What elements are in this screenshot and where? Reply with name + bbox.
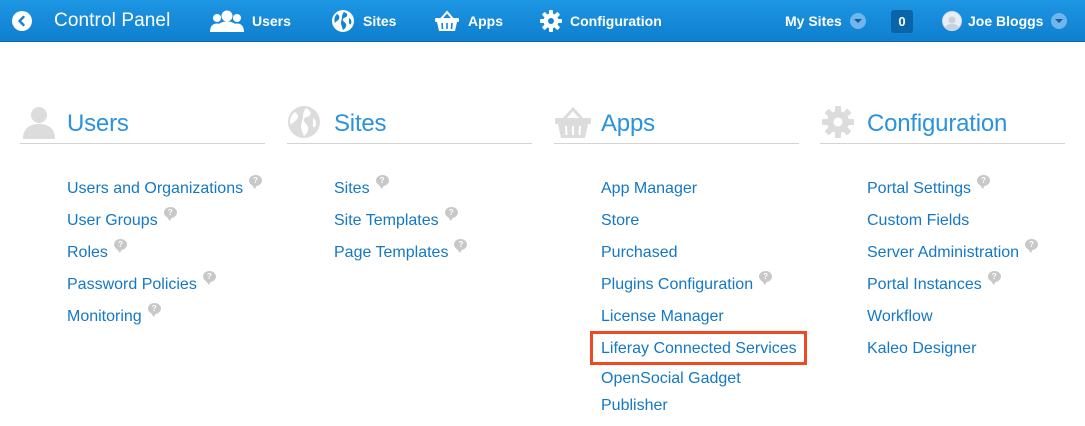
notification-count-badge[interactable]: 0	[891, 10, 913, 33]
gear-icon	[540, 10, 562, 32]
gear-icon	[822, 106, 854, 138]
link-label: Site Templates	[334, 212, 439, 229]
nav-sites-label: Sites	[363, 13, 397, 29]
globe-icon	[288, 106, 320, 138]
highlight-box	[590, 331, 807, 365]
top-navigation-bar: Control Panel Users Sites Apps Configura…	[0, 0, 1085, 42]
link-label: Portal Instances	[867, 276, 982, 293]
user-name: Joe Bloggs	[968, 13, 1044, 29]
my-sites-label: My Sites	[785, 13, 842, 29]
link-label: Monitoring	[67, 308, 142, 325]
nav-apps[interactable]: Apps	[434, 0, 503, 42]
users-links: Users and Organizations? User Groups? Ro…	[20, 173, 265, 333]
link-label: Portal Settings	[867, 180, 972, 197]
link-label: Purchased	[601, 244, 678, 261]
link-password-policies[interactable]: Password Policies?	[67, 269, 265, 301]
nav-apps-label: Apps	[468, 13, 503, 29]
nav-users[interactable]: Users	[210, 0, 291, 42]
link-label: License Manager	[601, 308, 724, 325]
link-sites[interactable]: Sites?	[334, 173, 532, 205]
configuration-links: Portal Settings? Custom Fields Server Ad…	[820, 173, 1065, 365]
link-user-groups[interactable]: User Groups?	[67, 205, 265, 237]
help-icon[interactable]: ?	[147, 303, 161, 317]
link-portal-settings[interactable]: Portal Settings?	[867, 173, 1065, 205]
help-icon[interactable]: ?	[375, 175, 389, 189]
link-workflow[interactable]: Workflow	[867, 301, 1065, 333]
help-icon[interactable]: ?	[977, 175, 991, 189]
chevron-down-icon	[1051, 13, 1068, 29]
link-app-manager[interactable]: App Manager	[601, 173, 799, 205]
link-roles[interactable]: Roles?	[67, 237, 265, 269]
link-custom-fields[interactable]: Custom Fields	[867, 205, 1065, 237]
link-license-manager[interactable]: License Manager	[601, 301, 799, 333]
users-icon	[210, 10, 244, 32]
link-label: OpenSocial Gadget Publisher	[601, 370, 741, 414]
help-icon[interactable]: ?	[759, 271, 773, 285]
link-server-administration[interactable]: Server Administration?	[867, 237, 1065, 269]
link-portal-instances[interactable]: Portal Instances?	[867, 269, 1065, 301]
link-label: Plugins Configuration	[601, 276, 754, 293]
link-monitoring[interactable]: Monitoring?	[67, 301, 265, 333]
link-plugins-configuration[interactable]: Plugins Configuration?	[601, 269, 799, 301]
help-icon[interactable]: ?	[163, 207, 177, 221]
link-label: Kaleo Designer	[867, 340, 977, 357]
link-page-templates[interactable]: Page Templates?	[334, 237, 532, 269]
back-arrow-icon[interactable]	[12, 11, 32, 31]
sites-links: Sites? Site Templates? Page Templates?	[287, 173, 532, 269]
help-icon[interactable]: ?	[454, 239, 468, 253]
sites-section-title: Sites	[334, 110, 387, 137]
nav-sites[interactable]: Sites	[331, 0, 396, 42]
apps-section-title: Apps	[601, 110, 655, 137]
link-store[interactable]: Store	[601, 205, 799, 237]
configuration-section: Configuration Portal Settings? Custom Fi…	[820, 100, 1065, 365]
apps-links: App Manager Store Purchased Plugins Conf…	[554, 173, 799, 419]
users-section: Users Users and Organizations? User Grou…	[20, 100, 265, 333]
link-label: App Manager	[601, 180, 698, 197]
configuration-section-title: Configuration	[867, 110, 1008, 137]
nav-configuration[interactable]: Configuration	[540, 0, 662, 42]
help-icon[interactable]: ?	[113, 239, 127, 253]
link-label: Workflow	[867, 308, 933, 325]
link-label: Roles	[67, 244, 108, 261]
sites-section: Sites Sites? Site Templates? Page Templa…	[287, 100, 532, 269]
link-label: Server Administration	[867, 244, 1020, 261]
my-sites-menu[interactable]: My Sites	[785, 0, 866, 42]
control-panel-title[interactable]: Control Panel	[54, 0, 170, 42]
configuration-section-header: Configuration	[820, 100, 1065, 144]
link-label: Store	[601, 212, 640, 229]
link-label: Custom Fields	[867, 212, 970, 229]
users-section-title: Users	[67, 110, 129, 137]
link-users-and-organizations[interactable]: Users and Organizations?	[67, 173, 265, 205]
link-label: Page Templates	[334, 244, 449, 261]
link-opensocial-gadget-publisher[interactable]: OpenSocial Gadget Publisher	[601, 365, 791, 419]
globe-icon	[332, 10, 354, 32]
apps-section-header: Apps	[554, 100, 799, 144]
link-label: Sites	[334, 180, 370, 197]
link-kaleo-designer[interactable]: Kaleo Designer	[867, 333, 1065, 365]
help-icon[interactable]: ?	[987, 271, 1001, 285]
apps-section: Apps App Manager Store Purchased Plugins…	[554, 100, 799, 419]
link-label: User Groups	[67, 212, 158, 229]
basket-icon	[555, 106, 591, 138]
link-site-templates[interactable]: Site Templates?	[334, 205, 532, 237]
link-label: Users and Organizations	[67, 180, 244, 197]
link-label: Password Policies	[67, 276, 197, 293]
link-purchased[interactable]: Purchased	[601, 237, 799, 269]
users-section-header: Users	[20, 100, 265, 144]
help-icon[interactable]: ?	[444, 207, 458, 221]
help-icon[interactable]: ?	[1025, 239, 1039, 253]
basket-icon	[435, 10, 459, 31]
user-menu[interactable]: Joe Bloggs	[942, 0, 1068, 42]
nav-users-label: Users	[252, 13, 291, 29]
sites-section-header: Sites	[287, 100, 532, 144]
chevron-down-icon	[849, 13, 866, 29]
help-icon[interactable]: ?	[202, 271, 216, 285]
nav-configuration-label: Configuration	[570, 13, 662, 29]
avatar	[942, 11, 962, 31]
help-icon[interactable]: ?	[249, 175, 263, 189]
users-icon	[23, 107, 55, 139]
